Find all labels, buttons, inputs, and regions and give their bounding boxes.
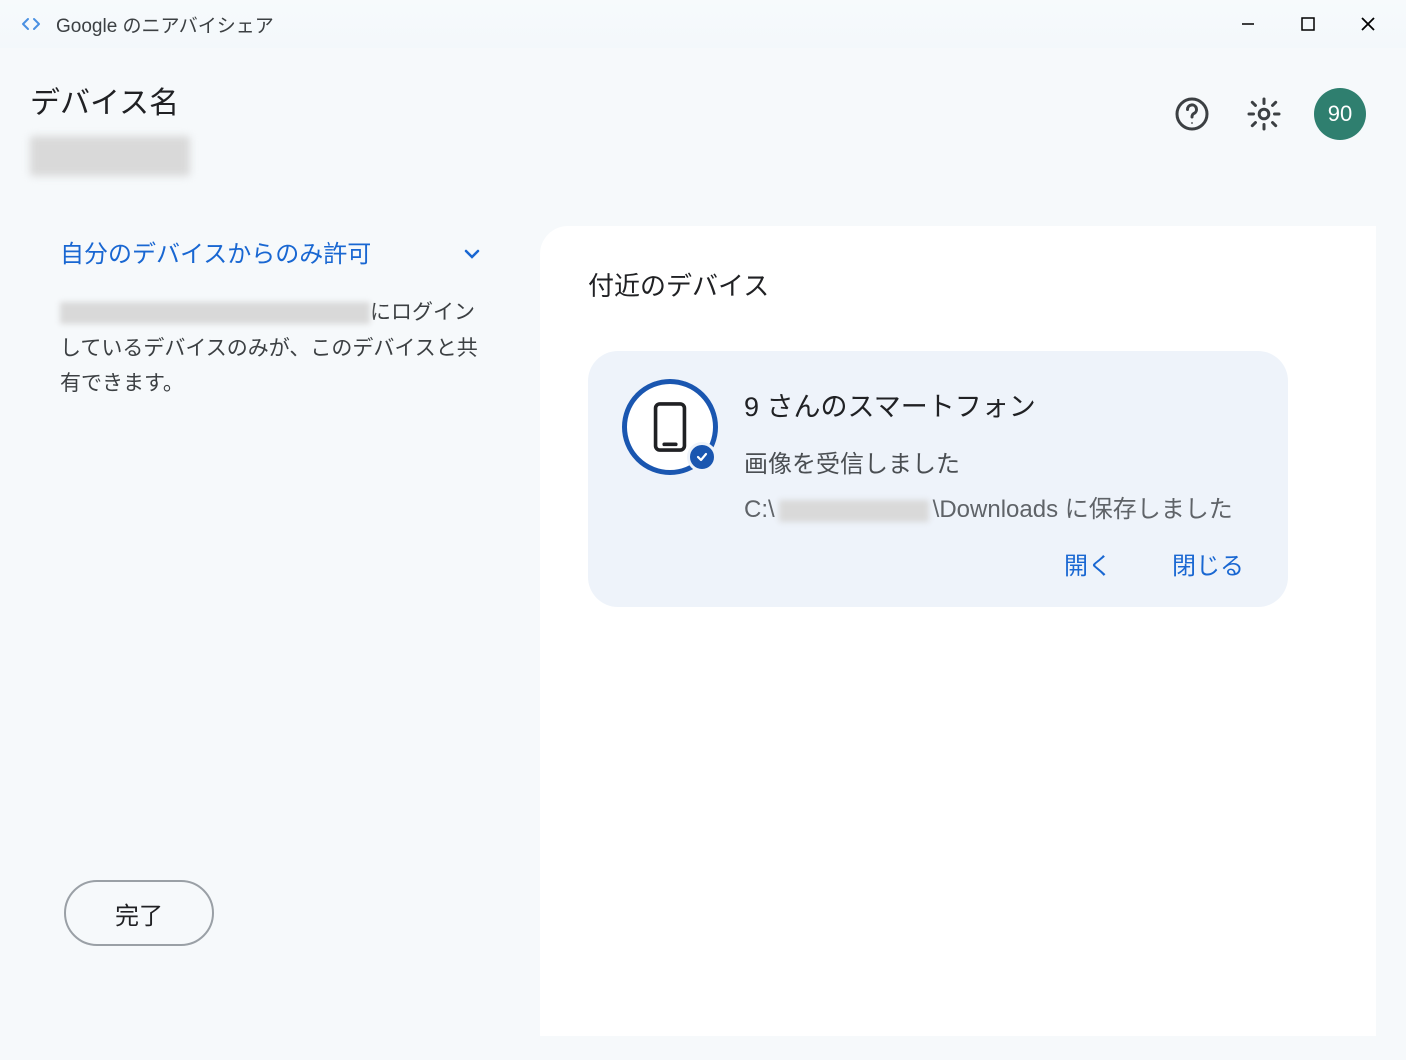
help-button[interactable] <box>1170 92 1214 136</box>
header: デバイス名 90 <box>0 48 1406 176</box>
maximize-button[interactable] <box>1278 0 1338 48</box>
settings-button[interactable] <box>1242 92 1286 136</box>
device-name-label: デバイス名 <box>30 78 190 122</box>
device-avatar <box>622 379 718 475</box>
visibility-dropdown[interactable]: 自分のデバイスからのみ許可 <box>60 226 480 295</box>
device-name-block: デバイス名 <box>30 78 190 176</box>
nearby-share-icon <box>20 13 42 35</box>
sidebar: 自分のデバイスからのみ許可 にログインしているデバイスのみが、このデバイスと共有… <box>30 226 510 1036</box>
chevron-down-icon <box>464 238 480 266</box>
device-name-value-redacted <box>30 136 190 176</box>
check-badge-icon <box>687 442 717 472</box>
account-avatar[interactable]: 90 <box>1314 88 1366 140</box>
done-button[interactable]: 完了 <box>64 880 214 946</box>
path-suffix: \Downloads に保存しました <box>933 496 1233 523</box>
visibility-label: 自分のデバイスからのみ許可 <box>60 234 371 269</box>
device-card-status: 画像を受信しました <box>744 444 1254 479</box>
main-panel: 付近のデバイス 9 さんのスマートフォン 画像を受信しました C:\ \Downl… <box>540 226 1376 1036</box>
path-prefix: C:\ <box>744 496 775 523</box>
smartphone-icon <box>652 401 688 453</box>
device-card-path: C:\ \Downloads に保存しました <box>744 489 1254 524</box>
close-window-button[interactable] <box>1338 0 1398 48</box>
device-card-title: 9 さんのスマートフォン <box>744 385 1254 424</box>
visibility-description: にログインしているデバイスのみが、このデバイスと共有できます。 <box>60 295 480 402</box>
header-actions: 90 <box>1170 88 1366 140</box>
minimize-button[interactable] <box>1218 0 1278 48</box>
close-button[interactable]: 閉じる <box>1172 546 1244 581</box>
device-card: 9 さんのスマートフォン 画像を受信しました C:\ \Downloads に保存… <box>588 351 1288 607</box>
content: 自分のデバイスからのみ許可 にログインしているデバイスのみが、このデバイスと共有… <box>0 176 1406 1036</box>
window-title: Google のニアバイシェア <box>56 11 274 38</box>
open-button[interactable]: 開く <box>1064 546 1112 581</box>
redacted-account <box>60 302 370 324</box>
nearby-devices-heading: 付近のデバイス <box>588 266 1328 303</box>
titlebar: Google のニアバイシェア <box>0 0 1406 48</box>
redacted-path-segment <box>779 500 929 522</box>
